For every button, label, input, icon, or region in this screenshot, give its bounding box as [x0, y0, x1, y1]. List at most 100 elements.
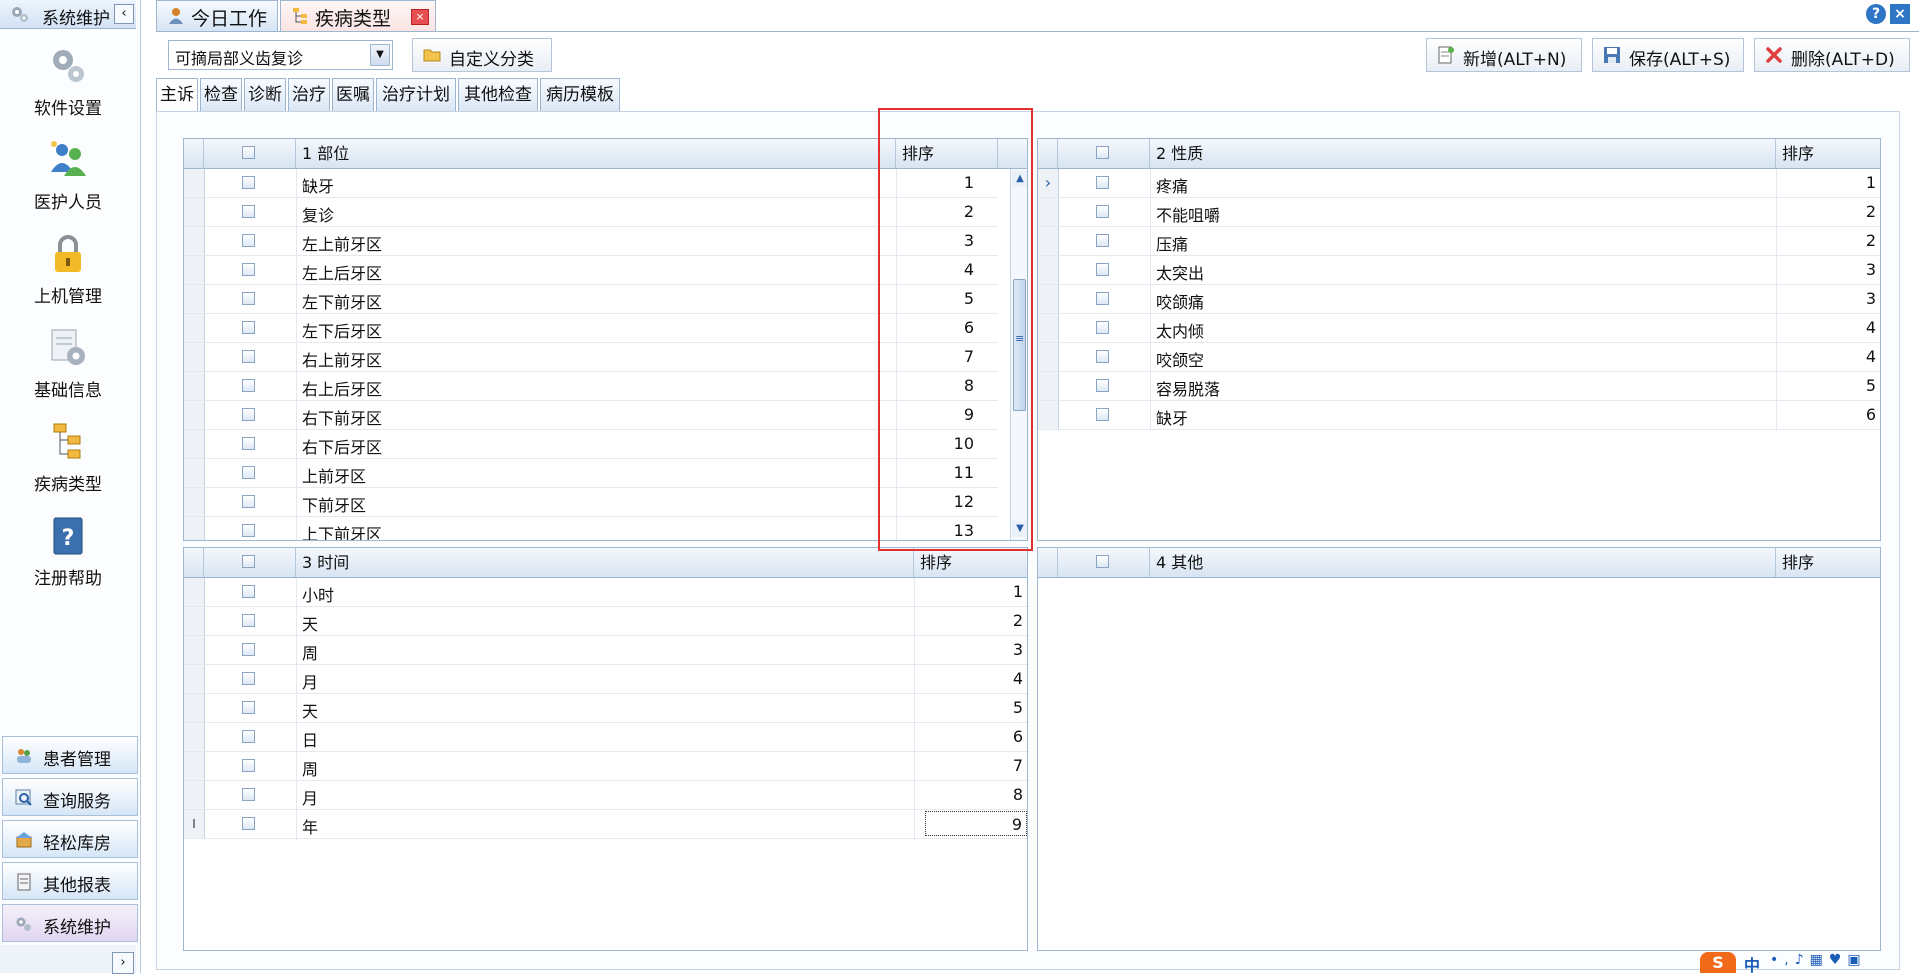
select-all-checkbox[interactable] [1096, 146, 1109, 159]
row-sort[interactable]: 1 [923, 582, 1023, 601]
table-row[interactable]: 小时 1 [184, 578, 1027, 607]
row-sort[interactable]: 7 [923, 756, 1023, 775]
accordion-system-maintenance[interactable]: 系统维护 [2, 904, 138, 942]
row-sort[interactable]: 6 [923, 727, 1023, 746]
delete-button[interactable]: 删除(ALT+D) [1754, 38, 1910, 72]
row-checkbox[interactable] [242, 495, 255, 508]
row-selector[interactable] [184, 488, 205, 516]
row-checkbox[interactable] [1096, 408, 1109, 421]
close-tab-icon[interactable]: × [411, 9, 429, 25]
table-row[interactable]: 太突出 3 [1038, 256, 1880, 285]
table-row[interactable]: 左上后牙区 4 [184, 256, 998, 285]
row-selector[interactable] [184, 169, 205, 197]
row-selector[interactable] [184, 198, 205, 226]
row-selector[interactable] [184, 314, 205, 342]
header-sort[interactable]: 排序 [914, 548, 1027, 577]
row-selector[interactable] [184, 459, 205, 487]
sogou-logo-icon[interactable]: S [1700, 952, 1736, 973]
row-selector[interactable]: I [184, 810, 205, 838]
table-row[interactable]: 咬颌痛 3 [1038, 285, 1880, 314]
ime-language[interactable]: 中 [1744, 952, 1760, 976]
ime-tools[interactable]: •,♪▦♥▣ [1770, 952, 1867, 968]
table-row[interactable]: 左上前牙区 3 [184, 227, 998, 256]
tab-today-work[interactable]: 今日工作 [156, 0, 278, 32]
collapse-sidebar-button[interactable]: ‹ [114, 4, 134, 24]
row-checkbox[interactable] [242, 788, 255, 801]
row-selector[interactable] [184, 636, 205, 664]
table-row[interactable]: 缺牙 1 [184, 169, 998, 198]
header-select-all[interactable] [1058, 548, 1150, 577]
row-checkbox[interactable] [242, 234, 255, 247]
table-row[interactable]: 太内倾 4 [1038, 314, 1880, 343]
custom-category-button[interactable]: 自定义分类 [412, 38, 552, 72]
header-name[interactable]: 3 时间 [296, 548, 914, 577]
row-checkbox[interactable] [242, 759, 255, 772]
row-sort[interactable]: 2 [1776, 231, 1876, 250]
row-selector[interactable] [184, 607, 205, 635]
table-row[interactable]: 不能咀嚼 2 [1038, 198, 1880, 227]
header-select-all[interactable] [204, 139, 296, 168]
row-checkbox[interactable] [242, 730, 255, 743]
row-checkbox[interactable] [1096, 379, 1109, 392]
header-name[interactable]: 4 其他 [1150, 548, 1776, 577]
table-row[interactable]: 压痛 2 [1038, 227, 1880, 256]
nav-medical-staff[interactable]: 医护人员 [0, 132, 136, 220]
tab-medical-advice[interactable]: 医嘱 [332, 78, 374, 112]
table-row[interactable]: 月4 [184, 665, 1027, 694]
row-sort[interactable]: 4 [1776, 347, 1876, 366]
row-sort[interactable]: 6 [1776, 405, 1876, 424]
header-sort[interactable]: 排序 [1776, 139, 1880, 168]
row-sort[interactable]: 3 [923, 640, 1023, 659]
nav-software-settings[interactable]: 软件设置 [0, 38, 136, 126]
row-checkbox[interactable] [242, 437, 255, 450]
row-selector[interactable] [1038, 198, 1059, 226]
row-checkbox[interactable] [1096, 205, 1109, 218]
select-all-checkbox[interactable] [242, 146, 255, 159]
table-row[interactable]: › 疼痛 1 [1038, 169, 1880, 198]
row-selector[interactable] [184, 723, 205, 751]
row-checkbox[interactable] [242, 524, 255, 537]
row-checkbox[interactable] [242, 701, 255, 714]
select-all-checkbox[interactable] [1096, 555, 1109, 568]
row-checkbox[interactable] [1096, 263, 1109, 276]
table-row[interactable]: 容易脱落 5 [1038, 372, 1880, 401]
row-selector[interactable] [184, 578, 205, 606]
header-sort[interactable]: 排序 [1776, 548, 1880, 577]
row-checkbox[interactable] [242, 176, 255, 189]
table-row[interactable]: 下前牙区 12 [184, 488, 998, 517]
nav-basic-info[interactable]: 基础信息 [0, 320, 136, 408]
row-checkbox[interactable] [242, 614, 255, 627]
row-selector[interactable] [184, 665, 205, 693]
table-row[interactable]: 周3 [184, 636, 1027, 665]
header-select-all[interactable] [1058, 139, 1150, 168]
row-selector[interactable] [1038, 343, 1059, 371]
row-checkbox[interactable] [242, 672, 255, 685]
table-row[interactable]: 复诊 2 [184, 198, 998, 227]
tab-treatment-plan[interactable]: 治疗计划 [376, 78, 456, 112]
row-checkbox[interactable] [242, 205, 255, 218]
tab-treatment[interactable]: 治疗 [288, 78, 330, 112]
row-selector[interactable] [1038, 314, 1059, 342]
row-checkbox[interactable] [242, 379, 255, 392]
row-selector[interactable] [184, 430, 205, 458]
nav-disease-type[interactable]: 疾病类型 [0, 414, 136, 502]
row-sort[interactable]: 3 [1776, 289, 1876, 308]
table-row[interactable]: 天2 [184, 607, 1027, 636]
table-row[interactable]: 右下前牙区 9 [184, 401, 998, 430]
row-sort[interactable]: 2 [923, 611, 1023, 630]
accordion-other-reports[interactable]: 其他报表 [2, 862, 138, 900]
table-row[interactable]: 左下后牙区 6 [184, 314, 998, 343]
row-checkbox[interactable] [242, 292, 255, 305]
accordion-warehouse[interactable]: 轻松库房 [2, 820, 138, 858]
tab-record-templates[interactable]: 病历模板 [540, 78, 620, 112]
save-button[interactable]: 保存(ALT+S) [1592, 38, 1744, 72]
row-sort[interactable]: 2 [1776, 202, 1876, 221]
row-selector[interactable] [1038, 401, 1059, 429]
row-selector[interactable]: › [1038, 169, 1059, 197]
row-selector[interactable] [184, 372, 205, 400]
row-selector[interactable] [184, 227, 205, 255]
row-selector[interactable] [1038, 372, 1059, 400]
accordion-query-service[interactable]: 查询服务 [2, 778, 138, 816]
row-selector[interactable] [184, 752, 205, 780]
row-checkbox[interactable] [242, 321, 255, 334]
